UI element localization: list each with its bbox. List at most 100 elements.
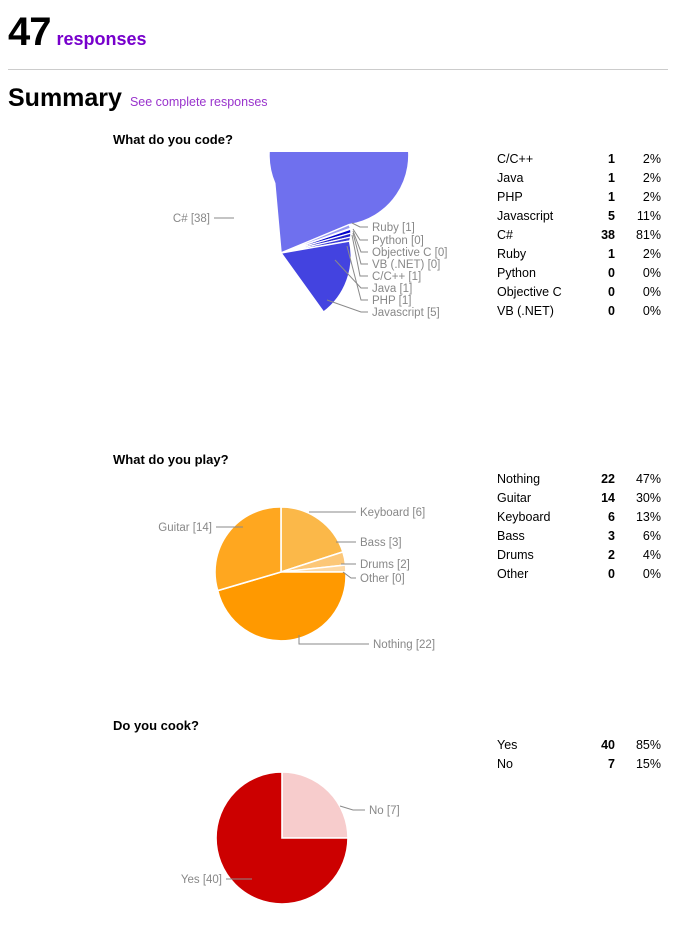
table-row: Java 1 2%	[497, 169, 665, 188]
stat-label: Java	[497, 171, 524, 185]
leader-cpp	[351, 234, 368, 277]
stat-count: 1	[608, 247, 615, 261]
stat-label: Other	[497, 567, 529, 581]
slice-no	[281, 771, 349, 839]
table-row: Python 0 0%	[497, 264, 665, 283]
page-header: 47 responses	[0, 0, 676, 52]
stat-count: 5	[608, 209, 615, 223]
page-title: Summary	[8, 84, 122, 112]
slice-javascript	[279, 240, 353, 314]
stat-percent: 11%	[636, 209, 661, 223]
stat-label: Ruby	[497, 247, 527, 261]
table-row: Ruby 1 2%	[497, 245, 665, 264]
slice-label-keyboard: Keyboard [6]	[360, 507, 425, 519]
table-row: C# 38 81%	[497, 226, 665, 245]
stat-count: 0	[608, 567, 615, 581]
pie-chart-svg: C# [38] Ruby [1] Python [0] Objective C …	[173, 152, 447, 319]
stat-count: 22	[601, 472, 615, 486]
slice-label-vbnet: VB (.NET) [0]	[372, 259, 440, 271]
stat-percent: 0%	[642, 567, 661, 581]
see-complete-responses-link[interactable]: See complete responses	[130, 95, 268, 109]
pie-chart-svg: Guitar [14] Keyboard [6] Bass [3] Drums …	[158, 506, 435, 651]
leader-javascript	[326, 299, 368, 313]
pie-chart-code: C# [38] Ruby [1] Python [0] Objective C …	[113, 152, 463, 337]
table-row: C/C++ 1 2%	[497, 150, 665, 169]
stat-percent: 6%	[642, 529, 661, 543]
stat-percent: 2%	[642, 152, 661, 166]
stat-percent: 4%	[642, 548, 661, 562]
response-count: 47	[8, 10, 51, 54]
stats-table-cook: Yes 40 85% No 7 15%	[497, 736, 665, 774]
stat-count: 7	[608, 757, 615, 771]
responses-label: responses	[56, 29, 147, 49]
stat-label: Python	[497, 266, 536, 280]
stat-label: Drums	[497, 548, 534, 562]
leader-no	[339, 805, 365, 811]
table-row: VB (.NET) 0 0%	[497, 302, 665, 321]
slice-label-csharp: C# [38]	[173, 213, 210, 225]
stat-label: PHP	[497, 190, 523, 204]
slice-label-guitar: Guitar [14]	[158, 522, 212, 534]
stat-percent: 30%	[635, 491, 661, 505]
slice-label-java: Java [1]	[372, 283, 412, 295]
stat-label: Yes	[497, 738, 518, 752]
stat-count: 1	[608, 152, 615, 166]
table-row: Objective C 0 0%	[497, 283, 665, 302]
stat-count: 38	[601, 228, 615, 242]
table-row: PHP 1 2%	[497, 188, 665, 207]
stats-table-code: C/C++ 1 2% Java 1 2% PHP 1 2% Javascript…	[497, 150, 665, 321]
slice-label-drums: Drums [2]	[360, 559, 410, 571]
table-row: Javascript 5 11%	[497, 207, 665, 226]
stat-count: 3	[608, 529, 615, 543]
stat-label: C/C++	[497, 152, 534, 166]
slice-label-other: Other [0]	[360, 573, 405, 585]
stats-table-play: Nothing 22 47% Guitar 14 30% Keyboard 6 …	[497, 470, 665, 584]
stat-percent: 0%	[642, 266, 661, 280]
table-row: Guitar 14 30%	[497, 489, 665, 508]
stat-label: Nothing	[497, 472, 541, 486]
question-title: What do you code?	[113, 132, 233, 147]
stat-percent: 47%	[635, 472, 661, 486]
stat-percent: 0%	[642, 304, 661, 318]
stat-count: 0	[608, 266, 615, 280]
table-row: No 7 15%	[497, 755, 665, 774]
stat-count: 1	[608, 190, 615, 204]
pie-slices	[215, 771, 349, 905]
stat-percent: 15%	[635, 757, 661, 771]
slice-label-yes: Yes [40]	[181, 874, 222, 886]
stat-count: 6	[608, 510, 615, 524]
table-row: Nothing 22 47%	[497, 470, 665, 489]
stat-percent: 0%	[642, 285, 661, 299]
stats-table-body: Yes 40 85% No 7 15%	[497, 736, 665, 774]
stat-count: 1	[608, 171, 615, 185]
summary-header: Summary See complete responses	[0, 70, 676, 111]
slice-label-objectivec: Objective C [0]	[372, 247, 447, 259]
stat-count: 14	[601, 491, 615, 505]
leader-nothing	[298, 635, 369, 645]
pie-chart-play: Guitar [14] Keyboard [6] Bass [3] Drums …	[113, 472, 463, 657]
stat-label: Guitar	[497, 491, 532, 505]
table-row: Other 0 0%	[497, 565, 665, 584]
stat-percent: 2%	[642, 171, 661, 185]
stat-count: 40	[601, 738, 615, 752]
slice-label-python: Python [0]	[372, 235, 424, 247]
leader-python	[352, 228, 368, 241]
question-title: What do you play?	[113, 452, 229, 467]
stat-label: Bass	[497, 529, 525, 543]
stat-percent: 81%	[635, 228, 661, 242]
pie-chart-cook: No [7] Yes [40]	[113, 738, 463, 923]
slice-label-php: PHP [1]	[372, 295, 411, 307]
table-row: Yes 40 85%	[497, 736, 665, 755]
slice-label-javascript: Javascript [5]	[372, 307, 440, 319]
stat-label: VB (.NET)	[497, 304, 554, 318]
stat-percent: 85%	[635, 738, 661, 752]
stat-count: 0	[608, 285, 615, 299]
stat-percent: 2%	[642, 190, 661, 204]
slice-label-nothing: Nothing [22]	[373, 639, 435, 651]
slice-label-bass: Bass [3]	[360, 537, 402, 549]
stat-label: Keyboard	[497, 510, 551, 524]
stats-table-body: C/C++ 1 2% Java 1 2% PHP 1 2% Javascript…	[497, 150, 665, 321]
stat-label: Javascript	[497, 209, 554, 223]
stat-percent: 13%	[635, 510, 661, 524]
slice-label-no: No [7]	[369, 805, 400, 817]
